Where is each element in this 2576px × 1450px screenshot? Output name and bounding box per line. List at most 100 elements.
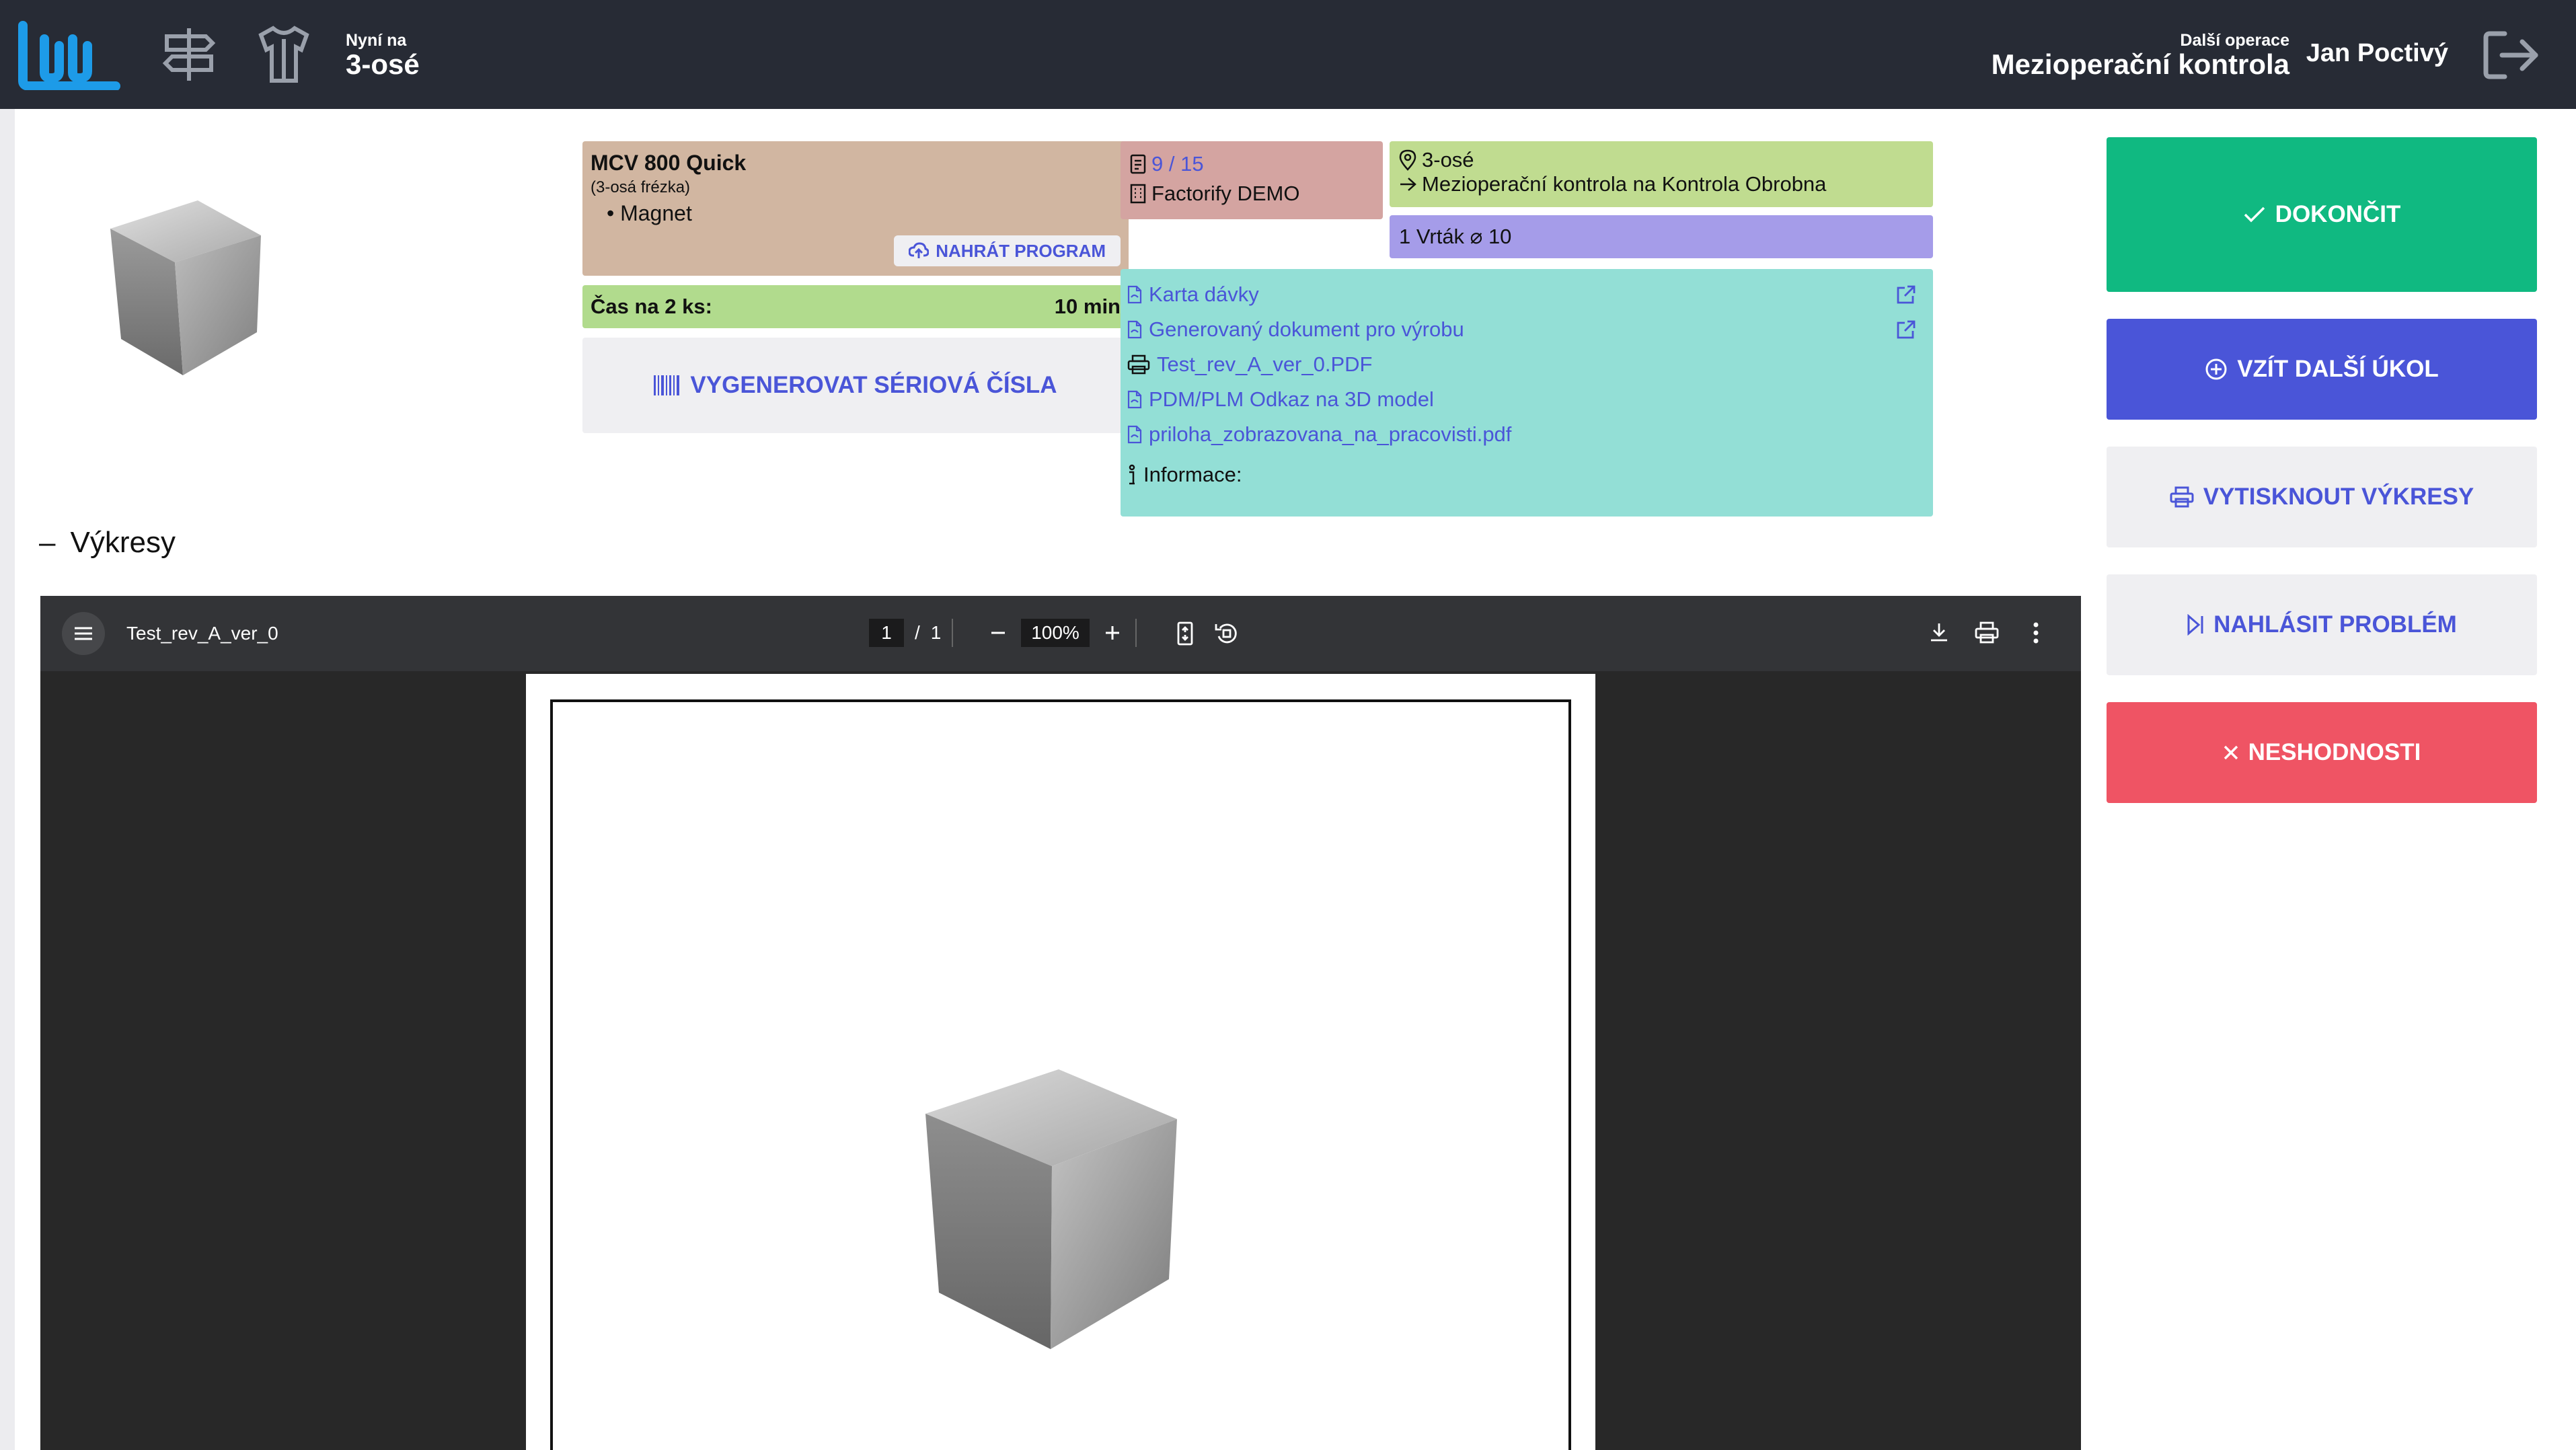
document-label[interactable]: Generovaný dokument pro výrobu — [1149, 317, 1464, 342]
machine-fixture-label: Magnet — [620, 201, 692, 225]
current-workplace: Nyní na 3-osé — [346, 31, 420, 79]
next-operation-value: Mezioperační kontrola — [1991, 48, 2289, 80]
pdf-toolbar: Test_rev_A_ver_0 1 / 1 100% — [40, 596, 2081, 671]
part-thumbnail[interactable] — [81, 183, 282, 385]
time-value: 10 min — [1054, 295, 1121, 318]
collapse-toggle[interactable]: – — [39, 526, 55, 560]
current-location: 3-osé — [1422, 148, 1474, 171]
toolbar-divider — [952, 619, 954, 647]
pdf-page — [526, 674, 1595, 1450]
document-count-icon — [1130, 154, 1146, 174]
machine-card: MCV 800 Quick (3-osá frézka) • Magnet NA… — [582, 141, 1129, 276]
location-card: 3-osé Mezioperační kontrola na Kontrola … — [1390, 141, 1933, 207]
action-panel: DOKONČIT VZÍT DALŠÍ ÚKOL VYTISKNOUT VÝKR… — [2107, 137, 2537, 830]
rotate-icon[interactable] — [1215, 621, 1239, 646]
close-icon — [2223, 745, 2239, 761]
barcode-icon — [654, 375, 681, 395]
batch-company-row: Factorify DEMO — [1130, 182, 1373, 206]
zoom-out-icon[interactable] — [990, 625, 1006, 641]
external-link-icon[interactable] — [1895, 319, 1917, 340]
drawings-section-header[interactable]: – Výkresy — [39, 526, 176, 560]
report-problem-button[interactable]: NAHLÁSIT PROBLÉM — [2107, 574, 2537, 675]
take-next-task-label: VZÍT DALŠÍ ÚKOL — [2237, 356, 2439, 382]
generate-serial-numbers-label: VYGENEROVAT SÉRIOVÁ ČÍSLA — [690, 372, 1057, 398]
zoom-in-icon[interactable] — [1104, 625, 1121, 641]
document-label[interactable]: Karta dávky — [1149, 282, 1259, 307]
information-row: Informace: — [1127, 457, 1926, 492]
document-link[interactable]: priloha_zobrazovana_na_pracovisti.pdf — [1127, 417, 1926, 452]
print-drawings-label: VYTISKNOUT VÝKRESY — [2203, 484, 2474, 510]
pdf-file-name: Test_rev_A_ver_0 — [126, 623, 278, 644]
drawing-cube-image — [916, 1065, 1199, 1361]
generate-serial-numbers-button[interactable]: VYGENEROVAT SÉRIOVÁ ČÍSLA — [582, 338, 1129, 433]
top-bar: Nyní na 3-osé Další operace Mezioperační… — [0, 0, 2576, 109]
document-link[interactable]: PDM/PLM Odkaz na 3D model — [1127, 382, 1926, 417]
next-location: Mezioperační kontrola na Kontrola Obrobn… — [1422, 172, 1827, 196]
menu-icon[interactable] — [62, 612, 105, 655]
document-link[interactable]: Karta dávky — [1127, 277, 1926, 312]
file-icon — [1127, 425, 1142, 444]
factorify-logo[interactable] — [17, 19, 121, 90]
file-icon — [1127, 390, 1142, 409]
drawings-section-title: Výkresy — [70, 526, 176, 559]
zoom-input[interactable]: 100% — [1021, 619, 1090, 647]
external-link-icon[interactable] — [1895, 284, 1917, 305]
documents-card: Karta dávky Generovaný dokument pro výro… — [1121, 269, 1933, 517]
machine-subtitle: (3-osá frézka) — [591, 178, 691, 196]
map-pin-icon — [1399, 149, 1416, 171]
upload-program-button[interactable]: NAHRÁT PROGRAM — [894, 235, 1121, 266]
page-number-input[interactable]: 1 — [869, 619, 904, 647]
machine-fixture: • Magnet — [607, 201, 692, 225]
print-drawings-button[interactable]: VYTISKNOUT VÝKRESY — [2107, 447, 2537, 547]
logout-icon[interactable] — [2482, 28, 2542, 82]
machine-title: MCV 800 Quick — [591, 151, 747, 175]
document-label[interactable]: PDM/PLM Odkaz na 3D model — [1149, 387, 1434, 412]
next-operation-label: Další operace — [2180, 31, 2289, 50]
nonconformities-label: NESHODNOSTI — [2248, 739, 2421, 765]
current-location-row: 3-osé — [1399, 148, 1924, 172]
next-location-row: Mezioperační kontrola na Kontrola Obrobn… — [1399, 172, 1924, 196]
page-separator: / — [915, 622, 920, 643]
printer-icon — [2170, 486, 2194, 508]
finish-label: DOKONČIT — [2275, 201, 2401, 227]
tool-card: 1 Vrták ⌀ 10 — [1390, 215, 1933, 258]
printer-icon[interactable] — [1975, 621, 1999, 644]
now-label: Nyní na — [346, 31, 407, 50]
document-label[interactable]: Test_rev_A_ver_0.PDF — [1157, 352, 1372, 377]
building-icon — [1130, 184, 1146, 204]
finish-button[interactable]: DOKONČIT — [2107, 137, 2537, 292]
worker-icon[interactable] — [257, 24, 311, 85]
main-content: MCV 800 Quick (3-osá frézka) • Magnet NA… — [15, 109, 2576, 1450]
document-label[interactable]: priloha_zobrazovana_na_pracovisti.pdf — [1149, 422, 1511, 447]
more-options-icon[interactable] — [2033, 621, 2039, 644]
document-link[interactable]: Generovaný dokument pro výrobu — [1127, 312, 1926, 347]
printer-icon[interactable] — [1127, 354, 1150, 375]
nonconformities-button[interactable]: NESHODNOSTI — [2107, 702, 2537, 803]
skip-icon — [2187, 614, 2204, 636]
report-problem-label: NAHLÁSIT PROBLÉM — [2213, 611, 2457, 638]
batch-count-row[interactable]: 9 / 15 — [1130, 152, 1373, 176]
fit-page-icon[interactable] — [1176, 621, 1195, 646]
information-label: Informace: — [1143, 463, 1242, 486]
document-link[interactable]: Test_rev_A_ver_0.PDF — [1127, 347, 1926, 382]
file-icon — [1127, 320, 1142, 339]
batch-count[interactable]: 9 / 15 — [1151, 152, 1204, 176]
user-name[interactable]: Jan Poctivý — [2306, 39, 2448, 68]
time-label: Čas na 2 ks: — [591, 295, 712, 318]
next-operation: Další operace Mezioperační kontrola — [1992, 31, 2289, 79]
batch-card: 9 / 15 Factorify DEMO — [1121, 141, 1383, 219]
info-icon — [1127, 464, 1137, 486]
check-icon — [2243, 206, 2266, 223]
pdf-viewer[interactable]: Test_rev_A_ver_0 1 / 1 100% — [40, 596, 2081, 1450]
download-icon[interactable] — [1929, 621, 1949, 643]
cloud-upload-icon — [909, 242, 930, 260]
batch-company: Factorify DEMO — [1151, 182, 1300, 205]
toolbar-divider — [1135, 619, 1137, 647]
tool-label: 1 Vrták ⌀ 10 — [1399, 225, 1512, 248]
plus-circle-icon — [2205, 358, 2228, 381]
upload-program-label: NAHRÁT PROGRAM — [936, 240, 1106, 261]
file-icon — [1127, 285, 1142, 304]
zoom-controls: 100% — [990, 619, 1137, 647]
take-next-task-button[interactable]: VZÍT DALŠÍ ÚKOL — [2107, 319, 2537, 420]
signpost-icon[interactable] — [159, 24, 219, 85]
